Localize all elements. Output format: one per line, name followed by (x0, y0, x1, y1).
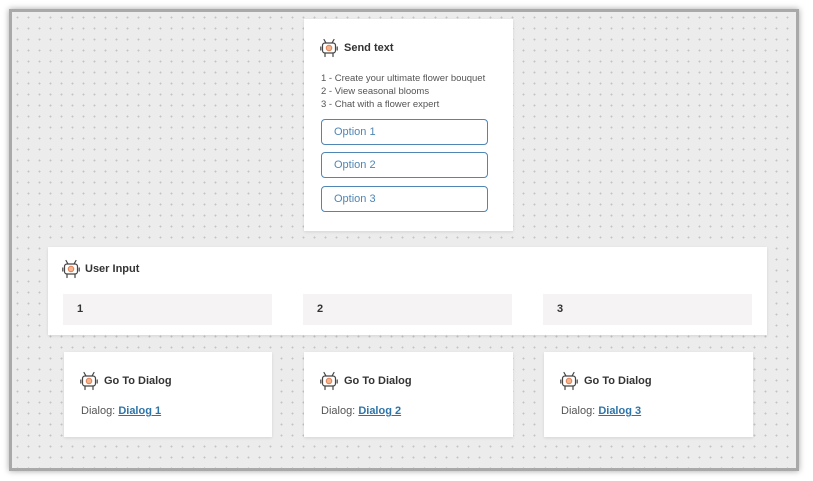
node-title: Go To Dialog (344, 375, 412, 387)
dialog-2-link[interactable]: Dialog 2 (358, 405, 401, 417)
dialog-target: Dialog: Dialog 3 (561, 405, 641, 417)
robot-icon (79, 371, 99, 391)
option-2-button[interactable]: Option 2 (321, 152, 488, 178)
robot-icon (559, 371, 579, 391)
go-to-dialog-node-3[interactable]: Go To Dialog Dialog: Dialog 3 (544, 352, 753, 437)
option-3-button[interactable]: Option 3 (321, 186, 488, 212)
send-text-node[interactable]: Send text 1 - Create your ultimate flowe… (304, 19, 513, 231)
option-1-button[interactable]: Option 1 (321, 119, 488, 145)
robot-icon (61, 259, 81, 279)
message-line: 2 - View seasonal blooms (321, 86, 430, 97)
dialog-1-link[interactable]: Dialog 1 (118, 405, 161, 417)
user-input-value-1[interactable]: 1 (63, 294, 272, 325)
dialog-label: Dialog: (321, 405, 356, 417)
robot-icon (319, 371, 339, 391)
dialog-3-link[interactable]: Dialog 3 (598, 405, 641, 417)
flow-canvas[interactable]: Send text 1 - Create your ultimate flowe… (9, 9, 799, 471)
node-title: Send text (344, 42, 394, 54)
dialog-target: Dialog: Dialog 2 (321, 405, 401, 417)
dialog-target: Dialog: Dialog 1 (81, 405, 161, 417)
go-to-dialog-node-1[interactable]: Go To Dialog Dialog: Dialog 1 (64, 352, 272, 437)
go-to-dialog-node-2[interactable]: Go To Dialog Dialog: Dialog 2 (304, 352, 513, 437)
message-line: 1 - Create your ultimate flower bouquet (321, 73, 486, 84)
node-title: Go To Dialog (104, 375, 172, 387)
message-line: 3 - Chat with a flower expert (321, 99, 440, 110)
user-input-node[interactable]: User Input 1 2 3 (48, 247, 767, 335)
user-input-value-2[interactable]: 2 (303, 294, 512, 325)
dialog-label: Dialog: (561, 405, 596, 417)
user-input-value-3[interactable]: 3 (543, 294, 752, 325)
robot-icon (319, 38, 339, 58)
node-title: Go To Dialog (584, 375, 652, 387)
node-title: User Input (85, 263, 140, 275)
dialog-label: Dialog: (81, 405, 116, 417)
